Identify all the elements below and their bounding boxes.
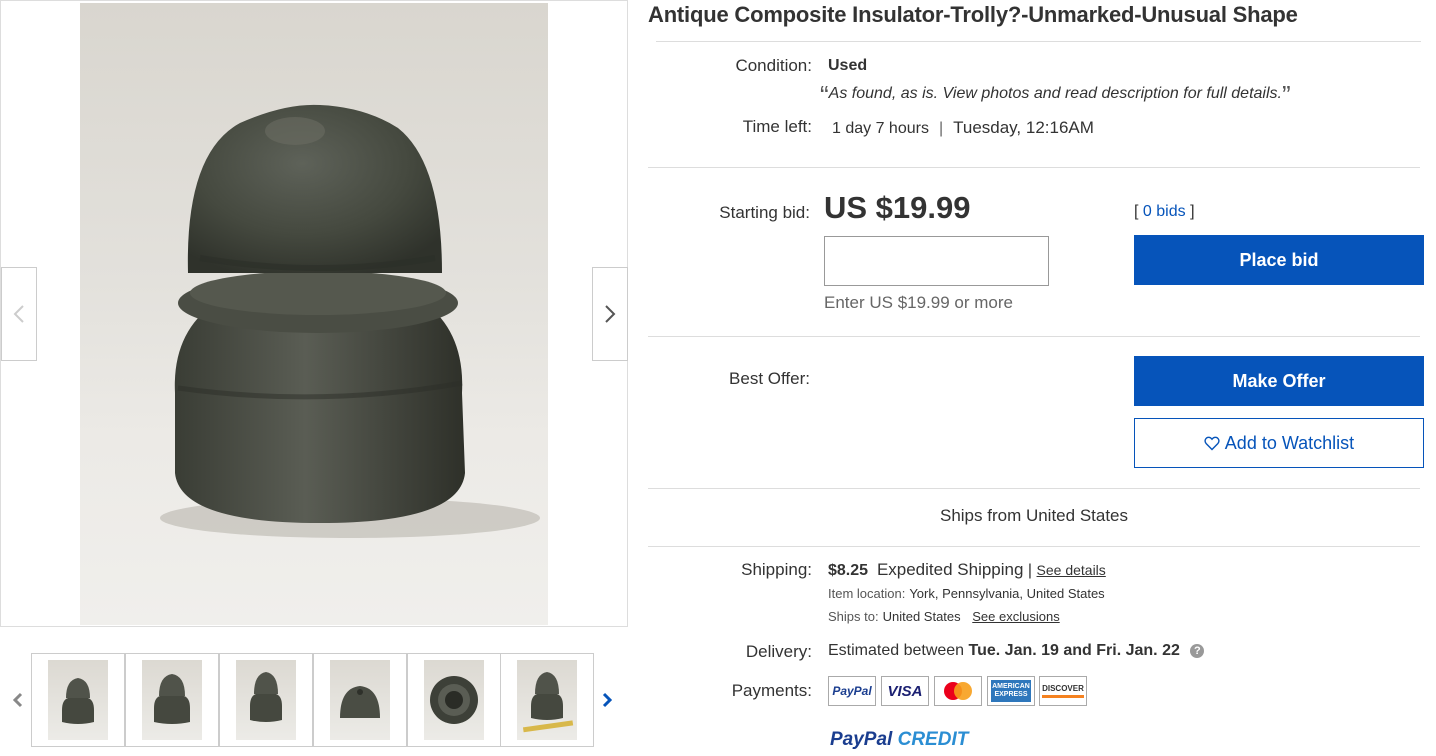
divider	[656, 41, 1421, 42]
divider	[648, 546, 1420, 547]
shipping-cost: $8.25	[828, 562, 869, 579]
delivery-prefix: Estimated between	[828, 642, 965, 659]
paypal-credit-word: PayPal	[830, 729, 893, 750]
bids-count: [ 0 bids ]	[1134, 203, 1195, 221]
thumbnail-6[interactable]	[500, 653, 594, 747]
time-remaining: 1 day 7 hours	[832, 120, 929, 137]
discover-logo: DISCOVER	[1039, 676, 1087, 706]
delivery-estimate: Estimated between Tue. Jan. 19 and Fri. …	[828, 642, 1205, 660]
thumbnail-2[interactable]	[125, 653, 219, 747]
insulator-photo	[160, 104, 540, 538]
amex-icon: AMERICAN EXPRESS	[991, 680, 1031, 702]
ships-from: Ships from United States	[939, 506, 1129, 525]
see-details-link[interactable]: See details	[1037, 562, 1106, 578]
bids-count-link[interactable]: 0 bids	[1143, 203, 1186, 220]
condition-label: Condition:	[735, 56, 812, 75]
listing-title: Antique Composite Insulator-Trolly?-Unma…	[648, 2, 1298, 27]
starting-bid-label: Starting bid:	[719, 203, 810, 222]
credit-word: CREDIT	[897, 729, 969, 750]
shipping-line: $8.25 Expedited Shipping | See details	[828, 560, 1106, 580]
shipping-label: Shipping:	[741, 560, 812, 579]
thumbnail-image	[62, 678, 94, 724]
discover-icon: DISCOVER	[1042, 684, 1084, 698]
add-to-watchlist-button[interactable]: Add to Watchlist	[1134, 418, 1424, 468]
see-exclusions-link[interactable]: See exclusions	[972, 609, 1059, 624]
place-bid-button[interactable]: Place bid	[1134, 235, 1424, 285]
thumbnail-1[interactable]	[31, 653, 125, 747]
time-left-value: 1 day 7 hours | Tuesday, 12:16AM	[832, 118, 1094, 138]
main-product-image[interactable]	[80, 3, 548, 625]
ships-to-label: Ships to:	[828, 609, 879, 624]
bracket-open: [	[1134, 203, 1139, 220]
thumbnail-image	[430, 676, 478, 724]
delivery-range: Tue. Jan. 19 and Fri. Jan. 22	[968, 642, 1180, 659]
time-left-label: Time left:	[742, 117, 812, 136]
paypal-logo: PayPal	[828, 676, 876, 706]
paypal-credit-logo: PayPal CREDIT	[830, 729, 968, 751]
image-gallery	[0, 0, 628, 627]
heart-icon	[1204, 436, 1220, 450]
make-offer-button[interactable]: Make Offer	[1134, 356, 1424, 406]
open-quote: “	[820, 80, 829, 110]
condition-note-text: As found, as is. View photos and read de…	[828, 85, 1282, 102]
ships-to-value: United States	[882, 609, 961, 624]
mastercard-logo	[934, 676, 982, 706]
best-offer-label: Best Offer:	[729, 369, 810, 388]
bid-price: US $19.99	[824, 190, 971, 225]
thumbnail-image	[250, 672, 282, 722]
thumbnail-image	[340, 686, 380, 718]
mastercard-icon	[944, 682, 972, 700]
thumbnail-image	[522, 672, 574, 733]
condition-note: “As found, as is. View photos and read d…	[820, 80, 1291, 111]
visa-logo: VISA	[881, 676, 929, 706]
chevron-right-icon	[605, 305, 616, 323]
item-location-label: Item location:	[828, 586, 906, 601]
bid-hint: Enter US $19.99 or more	[824, 293, 1013, 312]
prev-image-button[interactable]	[1, 267, 37, 361]
payments-label: Payments:	[731, 681, 812, 700]
delivery-label: Delivery:	[745, 642, 812, 661]
chevron-left-icon	[13, 692, 23, 708]
time-separator: |	[938, 120, 944, 137]
chevron-right-icon	[602, 692, 612, 708]
next-image-button[interactable]	[592, 267, 628, 361]
watchlist-label: Add to Watchlist	[1224, 432, 1355, 453]
help-icon[interactable]: ?	[1190, 644, 1205, 658]
ships-to: Ships to: United States See exclusions	[828, 609, 1060, 624]
close-quote: ”	[1281, 80, 1291, 110]
shipping-pipe: |	[1027, 562, 1033, 579]
divider	[648, 167, 1420, 168]
item-location: Item location: York, Pennsylvania, United…	[828, 586, 1105, 601]
thumbnail-image	[154, 674, 190, 724]
thumbnail-4[interactable]	[313, 653, 407, 747]
thumbs-next-button[interactable]	[597, 687, 617, 713]
thumbs-prev-button[interactable]	[8, 687, 28, 713]
thumbnail-5[interactable]	[407, 653, 501, 747]
bracket-close: ]	[1190, 203, 1195, 220]
shipping-service: Expedited Shipping	[876, 560, 1024, 579]
thumbnail-strip	[0, 651, 628, 751]
end-time: Tuesday, 12:16AM	[953, 118, 1094, 137]
divider	[648, 336, 1420, 337]
thumbnail-3[interactable]	[219, 653, 313, 747]
amex-logo: AMERICAN EXPRESS	[987, 676, 1035, 706]
condition-value: Used	[828, 57, 868, 74]
bid-amount-input[interactable]	[824, 236, 1049, 286]
divider	[648, 488, 1420, 489]
item-location-value: York, Pennsylvania, United States	[909, 586, 1105, 601]
chevron-left-icon	[13, 305, 24, 323]
